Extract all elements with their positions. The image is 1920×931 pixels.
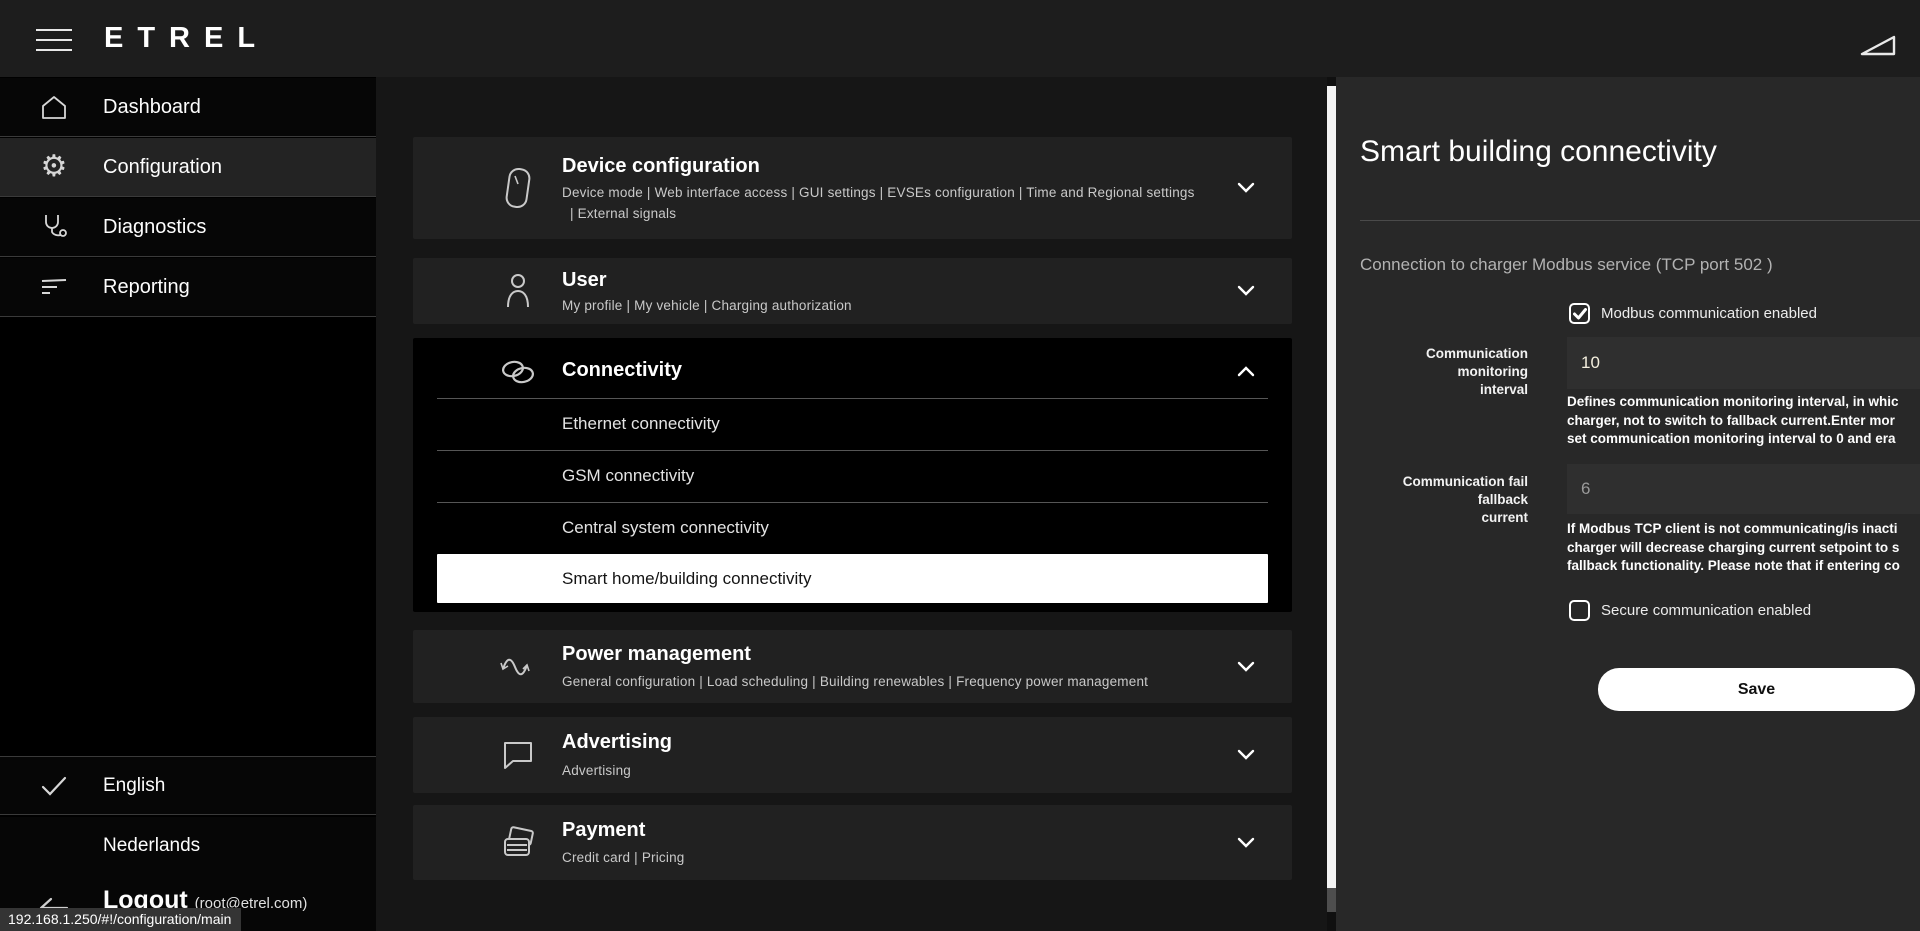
- chevron-down-icon[interactable]: [1237, 661, 1255, 673]
- etrel-logo: ETREL: [104, 22, 269, 55]
- vertical-scrollbar[interactable]: [1327, 77, 1336, 931]
- sidebar-item-label: Configuration: [103, 156, 222, 179]
- gear-icon: ⚙: [36, 149, 72, 185]
- language-item-english[interactable]: English: [0, 756, 376, 815]
- connectivity-item-label: Smart home/building connectivity: [562, 569, 811, 589]
- monitoring-interval-label: Communication monitoring interval: [1360, 345, 1528, 399]
- connectivity-item-central-system[interactable]: Central system connectivity: [437, 502, 1268, 553]
- section-advertising[interactable]: Advertising Advertising: [413, 717, 1292, 793]
- chevron-down-icon[interactable]: [1237, 182, 1255, 194]
- secure-communication-checkbox[interactable]: Secure communication enabled: [1569, 600, 1811, 621]
- configuration-list: Device configuration Device mode | Web i…: [376, 77, 1327, 931]
- section-subtitle: | External signals: [570, 206, 676, 221]
- monitoring-interval-description: Defines communication monitoring interva…: [1567, 393, 1920, 449]
- chevron-down-icon[interactable]: [1237, 285, 1255, 297]
- link-icon: [498, 349, 538, 395]
- connectivity-item-label: Central system connectivity: [562, 518, 769, 538]
- sidebar-item-diagnostics[interactable]: Diagnostics: [0, 198, 376, 257]
- monitoring-interval-input[interactable]: [1567, 337, 1920, 389]
- section-connectivity[interactable]: Connectivity Ethernet connectivity GSM c…: [413, 338, 1292, 612]
- speech-bubble-icon: [498, 732, 538, 778]
- section-subtitle: General configuration | Load scheduling …: [562, 674, 1148, 689]
- user-icon: [498, 268, 538, 314]
- section-subtitle: Device mode | Web interface access | GUI…: [562, 185, 1195, 200]
- panel-title: Smart building connectivity: [1360, 135, 1717, 169]
- section-payment[interactable]: Payment Credit card | Pricing: [413, 805, 1292, 880]
- device-icon: [498, 165, 538, 211]
- check-icon: [36, 768, 72, 804]
- home-icon: [36, 89, 72, 125]
- section-subtitle: Credit card | Pricing: [562, 850, 685, 865]
- checkbox-checked-icon[interactable]: [1569, 303, 1590, 324]
- checkbox-label: Modbus communication enabled: [1601, 305, 1817, 322]
- connectivity-item-ethernet[interactable]: Ethernet connectivity: [437, 398, 1268, 449]
- section-subtitle: My profile | My vehicle | Charging autho…: [562, 298, 852, 313]
- divider: [1360, 220, 1920, 221]
- status-url: 192.168.1.250/#!/configuration/main: [0, 908, 241, 931]
- connectivity-item-label: Ethernet connectivity: [562, 414, 720, 434]
- app-window: ETREL Dashboard ⚙ Configuration: [0, 0, 1920, 931]
- detail-panel: Smart building connectivity Connection t…: [1336, 77, 1920, 931]
- section-user[interactable]: User My profile | My vehicle | Charging …: [413, 258, 1292, 324]
- sidebar-item-reporting[interactable]: Reporting: [0, 258, 376, 317]
- language-item-nederlands[interactable]: Nederlands: [0, 817, 376, 876]
- connectivity-item-gsm[interactable]: GSM connectivity: [437, 450, 1268, 501]
- sidebar-item-configuration[interactable]: ⚙ Configuration: [0, 138, 376, 197]
- sidebar-item-label: Diagnostics: [103, 216, 206, 239]
- chevron-up-icon[interactable]: [1237, 365, 1255, 377]
- chevron-down-icon[interactable]: [1237, 749, 1255, 761]
- section-title: User: [562, 269, 606, 292]
- section-device-configuration[interactable]: Device configuration Device mode | Web i…: [413, 137, 1292, 239]
- connectivity-item-label: GSM connectivity: [562, 466, 694, 486]
- section-title: Payment: [562, 819, 645, 842]
- chevron-down-icon[interactable]: [1237, 837, 1255, 849]
- sidebar-item-dashboard[interactable]: Dashboard: [0, 78, 376, 137]
- report-lines-icon: [36, 269, 72, 305]
- sidebar-item-label: Dashboard: [103, 96, 201, 119]
- section-subtitle: Advertising: [562, 763, 631, 778]
- fallback-current-label: Communication fail fallback current: [1360, 473, 1528, 527]
- modbus-enabled-checkbox[interactable]: Modbus communication enabled: [1569, 303, 1817, 324]
- save-button[interactable]: Save: [1598, 668, 1915, 711]
- checkbox-unchecked-icon[interactable]: [1569, 600, 1590, 621]
- power-wave-icon: [498, 644, 538, 690]
- sidebar-item-label: Reporting: [103, 276, 190, 299]
- signal-triangle-icon[interactable]: [1858, 30, 1898, 60]
- scrollbar-track[interactable]: [1327, 888, 1336, 912]
- fallback-current-input[interactable]: [1567, 464, 1920, 514]
- stethoscope-icon: [36, 209, 72, 245]
- section-title: Power management: [562, 643, 751, 666]
- section-title: Advertising: [562, 731, 672, 754]
- credit-card-icon: [498, 820, 538, 866]
- language-label: Nederlands: [103, 835, 200, 857]
- section-title: Connectivity: [562, 359, 682, 382]
- hamburger-menu-icon[interactable]: [36, 29, 72, 51]
- section-title: Device configuration: [562, 155, 760, 178]
- section-power-management[interactable]: Power management General configuration |…: [413, 630, 1292, 703]
- top-bar: ETREL: [0, 0, 1920, 77]
- checkbox-label: Secure communication enabled: [1601, 602, 1811, 619]
- panel-subtitle: Connection to charger Modbus service (TC…: [1360, 255, 1773, 275]
- fallback-current-description: If Modbus TCP client is not communicatin…: [1567, 520, 1920, 576]
- connectivity-item-smart-building[interactable]: Smart home/building connectivity: [437, 554, 1268, 603]
- language-label: English: [103, 775, 165, 797]
- scrollbar-thumb[interactable]: [1327, 86, 1336, 888]
- sidebar: Dashboard ⚙ Configuration Diagnostics: [0, 77, 376, 931]
